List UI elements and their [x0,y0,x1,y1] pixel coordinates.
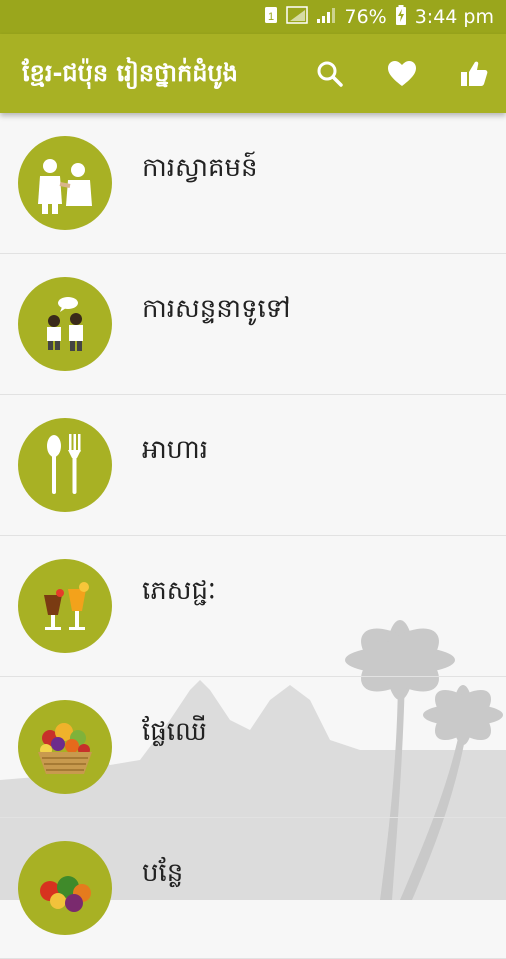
drinks-icon [18,559,112,653]
sim-card-icon: 1 [264,6,278,29]
wifi-signal-icon [286,5,309,29]
category-label: ការសន្ទនាទូទៅ [142,294,291,324]
greeting-people-icon [18,136,112,230]
status-bar: 1 76% 3:44 pm [0,0,506,34]
clock: 3:44 pm [414,6,494,28]
list-item[interactable]: ការស្វាគមន៍ [0,113,506,254]
app-bar: ខ្មែរ-ជប៉ុន រៀនថ្នាក់ដំបូង [0,34,506,113]
fruit-basket-icon [18,700,112,794]
list-item[interactable]: ភេសជ្ជៈ [0,536,506,677]
list-item[interactable]: ការសន្ទនាទូទៅ [0,254,506,395]
favorites-button[interactable] [382,54,422,94]
list-item[interactable]: ផ្លែឈើ [0,677,506,818]
category-label: បន្លែ [142,858,184,888]
list-item[interactable]: បន្លែ [0,818,506,959]
category-label: ភេសជ្ជៈ [142,576,216,606]
svg-text:1: 1 [268,11,274,23]
spoon-fork-icon [18,418,112,512]
app-bar-actions [310,34,494,113]
app-title: ខ្មែរ-ជប៉ុន រៀនថ្នាក់ដំបូង [22,59,238,87]
category-list: ការស្វាគមន៍ ការសន្ទនាទូទៅ អាហារ ភេសជ្ជៈ … [0,113,506,959]
category-label: ការស្វាគមន៍ [142,153,258,183]
search-icon [317,61,343,87]
like-button[interactable] [454,54,494,94]
list-item[interactable]: អាហារ [0,395,506,536]
category-label: ផ្លែឈើ [142,717,207,747]
search-button[interactable] [310,54,350,94]
thumbs-up-icon [461,61,488,86]
conversation-icon [18,277,112,371]
vegetables-icon [18,841,112,935]
battery-charging-icon [395,4,407,30]
cell-signal-icon [316,6,336,29]
heart-icon [388,60,416,86]
category-label: អាហារ [142,435,209,465]
battery-percent: 76% [344,6,387,28]
